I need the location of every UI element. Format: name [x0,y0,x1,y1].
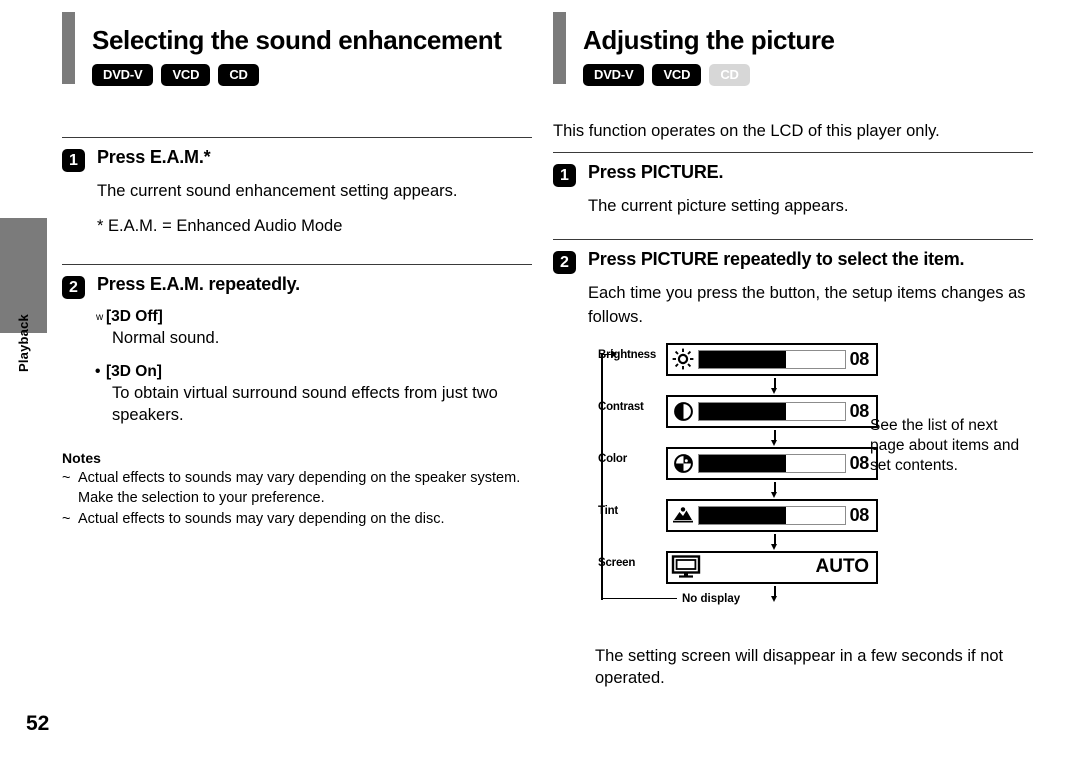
heading-accent-bar [553,12,566,84]
step-number-badge: 1 [62,148,85,172]
step-1-right: 1 Press PICTURE. [553,161,1033,187]
step-1-body-left: The current sound enhancement setting ap… [62,180,532,238]
note-text: Actual effects to sounds may vary depend… [78,511,445,528]
page-number: 52 [26,712,50,735]
osd-label-contrast: Contrast [598,400,644,413]
step-divider [553,239,1033,241]
osd-flow-arrow-icon [770,481,780,499]
disc-badge-vcd: VCD [652,63,702,86]
note-marker-icon: ~ [62,470,71,487]
option-term-label: [3D Off] [106,308,163,326]
osd-flow-arrow-icon [770,533,780,551]
right-section-heading: Adjusting the picture DVD-V VCD CD [553,0,1033,86]
right-column: Adjusting the picture DVD-V VCD CD This … [553,0,1033,608]
option-spacer [106,350,532,363]
step-title: Press PICTURE repeatedly to select the i… [588,249,965,270]
osd-flow-arrow-icon [770,585,780,603]
tint-landscape-icon [668,506,698,524]
brightness-sun-icon [668,348,698,370]
bullet-glyph-icon: w [96,312,104,324]
osd-bar-fill [699,506,787,524]
osd-row-color: 08 [666,446,878,480]
page-title-left: Selecting the sound enhancement [92,25,502,55]
osd-label-brightness: Brightness [598,348,657,361]
osd-flow-arrow-icon [770,377,780,395]
disc-badges-right: DVD-V VCD CD [583,63,1033,86]
osd-bar-fill [699,350,787,368]
step-number-badge: 2 [553,251,576,275]
disc-badge-cd: CD [218,63,259,86]
osd-row-tint: 08 [666,498,878,532]
step-2-body-right: Each time you press the button, the setu… [553,282,1033,328]
step-1-left: 1 Press E.A.M.* [62,146,532,172]
right-tail-note: The setting screen will disappear in a f… [595,647,1004,688]
step-number-badge: 2 [62,276,85,300]
osd-bar-color [698,453,846,473]
step-1-body-right: The current picture setting appears. [553,195,1033,218]
option-term: • [3D On] [95,362,532,381]
heading-accent-bar [62,12,75,84]
notes-block: Notes ~ Actual effects to sounds may var… [62,450,532,530]
disc-badge-dvdv: DVD-V [583,63,645,86]
osd-end-label: No display [682,592,741,605]
osd-value-tint: 08 [849,504,870,525]
option-description: To obtain virtual surround sound effects… [112,383,498,424]
osd-bar-fill [699,402,787,420]
step-title: Press PICTURE. [588,161,724,182]
osd-flow-arrow-icon [770,429,780,447]
step-footnote: * E.A.M. = Enhanced Audio Mode [97,216,343,235]
osd-bar-contrast [698,401,846,421]
note-item: ~ Actual effects to sounds may vary depe… [62,510,532,530]
osd-value-brightness: 08 [849,348,870,369]
note-text: Actual effects to sounds may vary depend… [78,470,521,506]
step-2-right: 2 Press PICTURE repeatedly to select the… [553,249,1033,275]
disc-badge-cd-disabled: CD [709,63,750,86]
osd-bar-fill [699,454,787,472]
step-title: Press E.A.M.* [97,146,211,167]
side-tab-label: Playback [16,314,31,372]
option-description: Normal sound. [112,329,220,348]
osd-side-note: See the list of next page about items an… [870,417,1020,474]
monitor-screen-icon [668,555,704,579]
bullet-dot-icon: • [95,362,101,380]
osd-row-brightness: 08 [666,342,878,376]
contrast-half-circle-icon [668,401,698,422]
step-body-text: The current picture setting appears. [588,197,849,216]
disc-badges-left: DVD-V VCD CD [92,63,532,86]
left-section-heading: Selecting the sound enhancement DVD-V VC… [62,0,532,86]
step-2-left: 2 Press E.A.M. repeatedly. [62,274,532,300]
left-column: Selecting the sound enhancement DVD-V VC… [62,0,532,530]
option-list: w [3D Off] Normal sound. • [3D On] To ob… [62,308,532,426]
option-term-label: [3D On] [106,362,162,380]
page-title-right: Adjusting the picture [583,25,835,55]
disc-badge-dvdv: DVD-V [92,63,154,86]
disc-badge-vcd: VCD [161,63,211,86]
osd-label-screen: Screen [598,556,636,569]
step-body-text: The current sound enhancement setting ap… [97,181,458,200]
step-divider [62,136,532,138]
osd-label-tint: Tint [598,504,619,517]
step-body-text: Each time you press the button, the setu… [588,284,1026,326]
loop-line-bottom [601,597,677,600]
osd-row-contrast: 08 [666,394,878,428]
osd-bar-brightness [698,349,846,369]
step-divider [62,264,532,266]
note-item: ~ Actual effects to sounds may vary depe… [62,469,532,508]
option-term: w [3D Off] [96,308,532,326]
step-number-badge: 1 [553,163,576,187]
osd-row-screen: AUTO [666,550,878,584]
osd-label-color: Color [598,452,628,465]
osd-bar-tint [698,505,846,525]
step-title: Press E.A.M. repeatedly. [97,274,300,295]
note-marker-icon: ~ [62,511,71,528]
notes-title: Notes [62,450,101,467]
color-wheel-icon [668,453,698,474]
step-divider [553,151,1033,153]
osd-value-screen: AUTO [815,556,869,578]
right-intro-text: This function operates on the LCD of thi… [553,121,940,140]
